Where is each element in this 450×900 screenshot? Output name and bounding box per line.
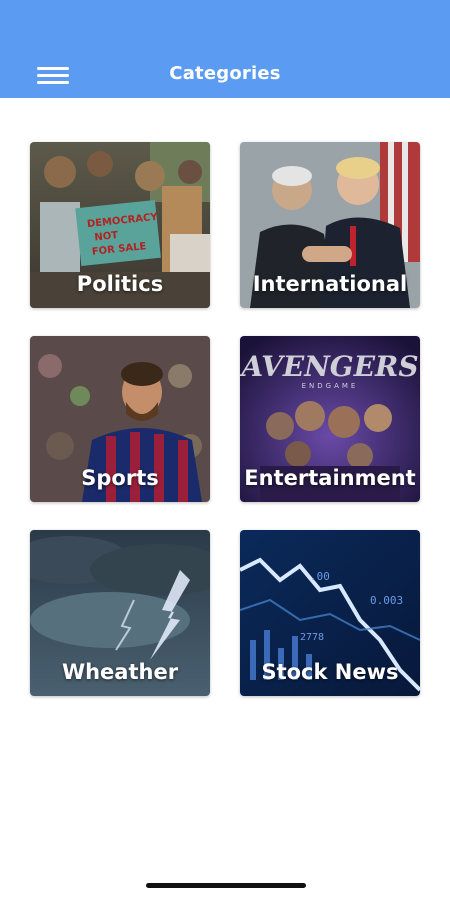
category-label: International — [252, 272, 408, 296]
app-screen: Categories DEMOCRACY NOT FOR SALE Politi… — [0, 0, 450, 900]
svg-text:ENDGAME: ENDGAME — [302, 382, 359, 390]
svg-text:2778: 2778 — [300, 632, 324, 643]
category-tile-entertainment[interactable]: AVENGERS ENDGAME Entertainment — [240, 336, 420, 502]
category-tile-international[interactable]: International — [240, 142, 420, 308]
category-tile-weather[interactable]: Wheather — [30, 530, 210, 696]
category-label: Wheather — [61, 660, 179, 684]
home-indicator — [146, 883, 306, 888]
category-label: Politics — [76, 272, 164, 296]
category-label: Stock News — [261, 660, 399, 684]
category-tile-sports[interactable]: Sports — [30, 336, 210, 502]
category-label: Sports — [81, 466, 159, 490]
category-tile-politics[interactable]: DEMOCRACY NOT FOR SALE Politics — [30, 142, 210, 308]
svg-text:0.003: 0.003 — [370, 594, 403, 607]
app-header: Categories — [0, 0, 450, 98]
page-title: Categories — [169, 63, 281, 84]
category-tile-stock-news[interactable]: .00 0.003 2778 Stock News — [240, 530, 420, 696]
svg-text:.00: .00 — [310, 570, 330, 583]
category-label: Entertainment — [244, 466, 416, 490]
svg-text:AVENGERS: AVENGERS — [240, 350, 419, 383]
